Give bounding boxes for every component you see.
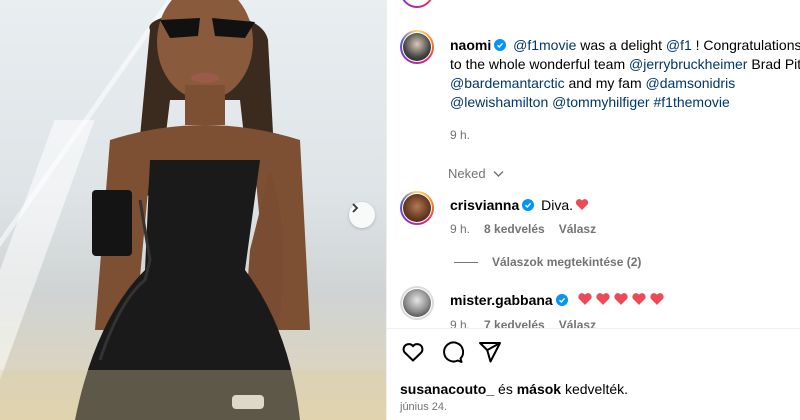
following-filter[interactable]: Neked	[448, 166, 504, 181]
comment-username[interactable]: mister.gabbana	[450, 292, 553, 308]
post-caption: naomi @f1movie was a delight @f1 ! Congr…	[450, 36, 800, 112]
verified-badge-icon	[494, 39, 507, 51]
following-filter-label: Neked	[448, 166, 486, 181]
chevron-down-icon	[493, 171, 504, 177]
header-avatar-ring[interactable]	[400, 0, 434, 8]
post-time: 9 h.	[450, 128, 471, 142]
comment-time: 9 h.	[450, 222, 471, 236]
red-heart-emoji-icon	[595, 293, 610, 305]
red-heart-emoji-icon	[649, 293, 664, 305]
caption-link[interactable]: @bardemantarctic	[450, 75, 565, 91]
liked-by-and: és	[498, 381, 513, 397]
heart-outline-icon[interactable]	[401, 340, 425, 364]
verified-badge-icon	[522, 199, 535, 211]
caption-text: Brad Pitt	[747, 56, 800, 72]
caption-link[interactable]: @damsonidris	[646, 75, 736, 91]
post-media[interactable]	[0, 0, 386, 420]
red-heart-emoji-icon	[631, 293, 646, 305]
replies-line	[454, 262, 478, 263]
liked-by-suffix: kedvelték.	[564, 381, 629, 397]
next-photo-button[interactable]	[349, 202, 375, 228]
caption-link[interactable]: @lewishamilton	[450, 94, 548, 110]
comment-time: 9 h.	[450, 318, 471, 328]
author-avatar[interactable]	[403, 33, 431, 61]
comment-reply-button[interactable]: Válasz	[559, 222, 596, 236]
comment: mister.gabbana	[450, 292, 665, 308]
comment-reply-button[interactable]: Válasz	[559, 318, 596, 328]
red-heart-emoji-icon	[575, 199, 589, 210]
caption-link[interactable]: #f1themovie	[653, 94, 729, 110]
liked-by-others[interactable]: mások	[517, 381, 561, 397]
post-details: naomi @f1movie was a delight @f1 ! Congr…	[387, 0, 800, 420]
comment-meta: 9 h. 8 kedvelés Válasz	[450, 222, 596, 236]
chevron-right-icon	[352, 203, 359, 213]
caption-link[interactable]: @jerrybruckheimer	[629, 56, 747, 72]
caption-link[interactable]: @f1	[666, 37, 692, 53]
comment-likes[interactable]: 7 kedvelés	[484, 318, 545, 328]
caption-text: and my fam	[564, 75, 646, 91]
comment-avatar[interactable]	[403, 289, 431, 317]
author-username[interactable]: naomi	[450, 37, 491, 53]
comment: crisvianna Diva.	[450, 197, 589, 213]
comment-avatar[interactable]	[403, 194, 431, 222]
post-date[interactable]: június 24.	[400, 401, 447, 413]
paper-plane-icon[interactable]	[478, 340, 502, 364]
liked-by-user[interactable]: susanacouto_	[400, 381, 494, 397]
comment-meta: 9 h. 7 kedvelés Válasz	[450, 318, 596, 328]
red-heart-emoji-icon	[577, 293, 592, 305]
liked-by-summary: susanacouto_ és mások kedvelték.	[400, 381, 628, 397]
caption-link[interactable]: @f1movie	[513, 37, 576, 53]
actions-divider	[387, 328, 800, 329]
post-photo	[0, 0, 386, 420]
comment-bubble-icon[interactable]	[440, 340, 464, 364]
comment-username[interactable]: crisvianna	[450, 197, 519, 213]
caption-text: was a delight	[576, 37, 666, 53]
comment-likes[interactable]: 8 kedvelés	[484, 222, 545, 236]
caption-link[interactable]: @tommyhilfiger	[552, 94, 649, 110]
red-heart-emoji-icon	[613, 293, 628, 305]
verified-badge-icon	[555, 294, 568, 306]
comment-text: Diva.	[541, 197, 574, 213]
heart-emoji-row	[575, 292, 665, 308]
view-replies-button[interactable]: Válaszok megtekintése (2)	[492, 255, 641, 269]
